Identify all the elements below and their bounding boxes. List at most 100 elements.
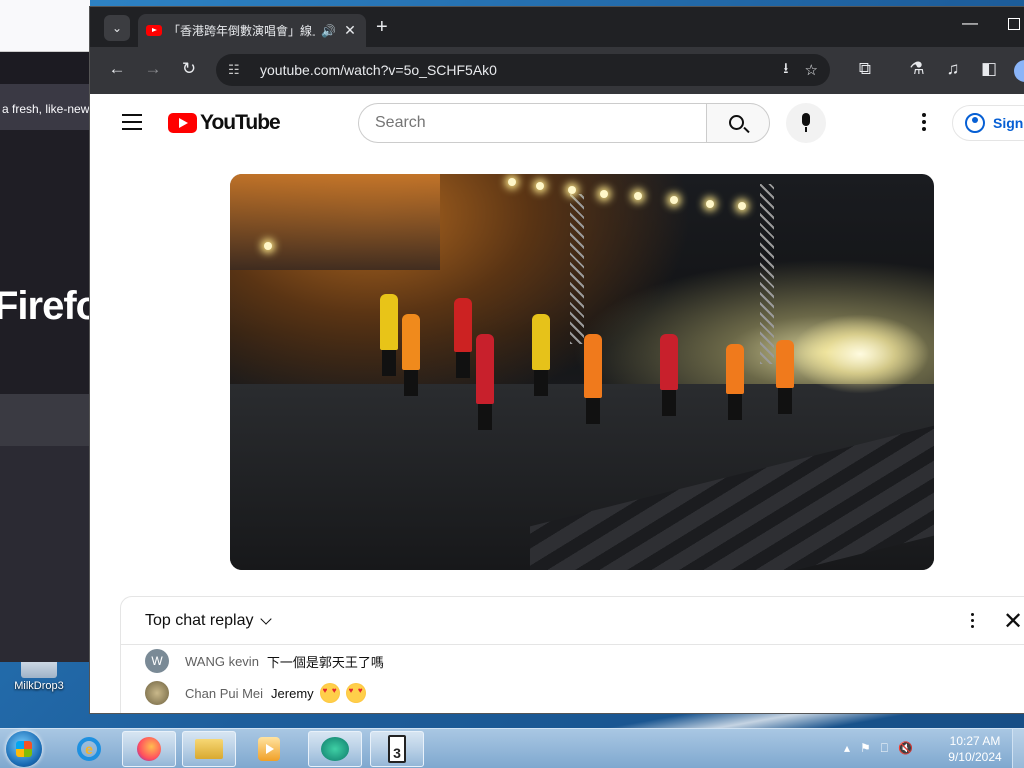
maximize-button[interactable] (1008, 18, 1020, 30)
back-button[interactable]: ← (106, 59, 128, 79)
firefox-titlebar (0, 0, 90, 52)
folder-icon (195, 739, 223, 759)
video-player[interactable] (230, 174, 934, 570)
chat-replay-panel: Top chat replay ✕ W WANG kevin 下一個是郭天王了嗎… (120, 596, 1024, 713)
taskbar-explorer[interactable] (182, 731, 236, 767)
menu-icon[interactable] (122, 114, 142, 130)
site-info-icon[interactable]: ☷ (228, 62, 246, 78)
chat-author[interactable]: WANG kevin (185, 654, 259, 669)
video-stage-light (670, 196, 678, 204)
forward-button[interactable]: → (142, 59, 164, 79)
youtube-logo-text: YouTube (200, 111, 281, 134)
voice-search-button[interactable] (786, 103, 826, 143)
video-stage-light (264, 242, 272, 250)
firefox-content (0, 446, 90, 662)
system-clock[interactable]: 10:27 AM 9/10/2024 (940, 733, 1010, 765)
internet-explorer-icon: e (77, 737, 101, 761)
video-stage-light (536, 182, 544, 190)
media-player-icon (258, 737, 280, 761)
new-tab-button[interactable]: + (376, 16, 388, 39)
taskbar-firefox[interactable] (122, 731, 176, 767)
video-dancer (776, 340, 794, 414)
chat-close-button[interactable]: ✕ (1003, 607, 1023, 636)
tab-search-button[interactable]: ⌄ (104, 15, 130, 41)
chat-text: Jeremy (271, 685, 314, 701)
tab-close-button[interactable]: ✕ (342, 22, 358, 39)
profile-avatar[interactable] (1014, 60, 1024, 82)
search-icon (729, 115, 744, 130)
browser-icon (321, 737, 349, 761)
chat-more-icon[interactable] (971, 613, 975, 631)
firefox-window-background[interactable]: a fresh, like-new Firefo (0, 0, 90, 662)
video-dancer (402, 314, 420, 396)
youtube-play-icon (168, 113, 197, 133)
firefox-tip-text: a fresh, like-new (0, 84, 90, 130)
chevron-down-icon[interactable] (259, 612, 272, 625)
chat-text: 下一個是郭天王了嗎 (266, 654, 384, 670)
sign-in-label: Sign (993, 115, 1024, 131)
avatar[interactable]: W (145, 649, 169, 673)
network-icon[interactable]: ⎕ (881, 741, 888, 756)
extensions-icon[interactable]: ⧉ (854, 59, 876, 79)
search-button[interactable] (706, 103, 770, 143)
search-box (358, 103, 770, 143)
search-input[interactable] (358, 103, 706, 143)
sign-in-button[interactable]: Sign (952, 105, 1024, 141)
heart-eyes-emoji-icon (345, 683, 366, 703)
action-center-flag-icon[interactable]: ⚑ (860, 741, 871, 756)
video-truss (760, 184, 774, 364)
speaker-icon[interactable]: 🔊 (321, 24, 336, 38)
avatar[interactable] (145, 681, 169, 705)
taskbar: e 3 ▴ ⚑ ⎕ 🔇 10:27 AM 9/10/2024 (0, 728, 1024, 768)
taskbar-milkdrop[interactable]: 3 (370, 731, 424, 767)
url-text: youtube.com/watch?v=5o_SCHF5Ak0 (260, 62, 497, 78)
video-dancer (476, 334, 494, 430)
desktop-icon-label: MilkDrop3 (14, 680, 64, 692)
minimize-button[interactable]: — (962, 15, 978, 33)
video-stage-light (568, 186, 576, 194)
side-panel-icon[interactable]: ◧ (978, 59, 1000, 79)
video-dancer (584, 334, 602, 424)
chat-message: W WANG kevin 下一個是郭天王了嗎 (121, 645, 1024, 677)
video-stage-light (508, 178, 516, 186)
show-desktop-button[interactable] (1012, 729, 1024, 768)
labs-flask-icon[interactable]: ⚗ (906, 59, 928, 79)
youtube-header: YouTube Sign (90, 94, 1024, 150)
install-app-icon[interactable]: ⭳ (783, 58, 788, 83)
tray-expand-icon[interactable]: ▴ (844, 741, 850, 756)
youtube-logo[interactable]: YouTube (168, 111, 281, 135)
volume-muted-icon[interactable]: 🔇 (898, 741, 913, 756)
firefox-toolbar (0, 52, 90, 84)
start-button[interactable] (6, 731, 42, 767)
bookmark-star-icon[interactable]: ☆ (805, 61, 818, 79)
taskbar-media-player[interactable] (242, 731, 296, 767)
address-bar[interactable]: ☷ youtube.com/watch?v=5o_SCHF5Ak0 ⭳ ☆ (216, 54, 830, 86)
video-stage-light (600, 190, 608, 198)
firefox-icon (137, 737, 161, 761)
chat-author[interactable]: Chan Pui Mei (185, 686, 263, 701)
settings-more-icon[interactable] (922, 113, 926, 134)
chat-mode-dropdown[interactable]: Top chat replay (145, 612, 254, 630)
tab-youtube[interactable]: 「香港跨年倒數演唱會」線上 🔊 ✕ (138, 14, 366, 47)
chat-message: Chan Pui Mei Jeremy (121, 677, 1024, 709)
video-dancer (532, 314, 550, 396)
system-tray: ▴ ⚑ ⎕ 🔇 (844, 741, 913, 756)
taskbar-internet-explorer[interactable]: e (62, 731, 116, 767)
youtube-favicon-icon (146, 25, 162, 36)
browser-toolbar: ← → ↻ ☷ youtube.com/watch?v=5o_SCHF5Ak0 … (90, 47, 1024, 94)
microphone-icon (802, 113, 810, 132)
heart-eyes-emoji-icon (319, 683, 340, 703)
video-dancer (660, 334, 678, 416)
taskbar-chrome[interactable] (308, 731, 362, 767)
milkdrop-icon: 3 (388, 735, 406, 763)
video-stage-light (706, 200, 714, 208)
video-stage-light (634, 192, 642, 200)
reload-button[interactable]: ↻ (178, 59, 200, 79)
tab-title: 「香港跨年倒數演唱會」線上 (168, 24, 316, 38)
firefox-strip (0, 394, 90, 446)
video-truss (570, 194, 584, 344)
chrome-window[interactable]: ⌄ 「香港跨年倒數演唱會」線上 🔊 ✕ + — ← → ↻ ☷ youtube.… (89, 6, 1024, 714)
media-control-icon[interactable]: ♫ (942, 59, 964, 79)
video-led-screen (230, 174, 440, 270)
firefox-hero: Firefo (0, 130, 90, 394)
